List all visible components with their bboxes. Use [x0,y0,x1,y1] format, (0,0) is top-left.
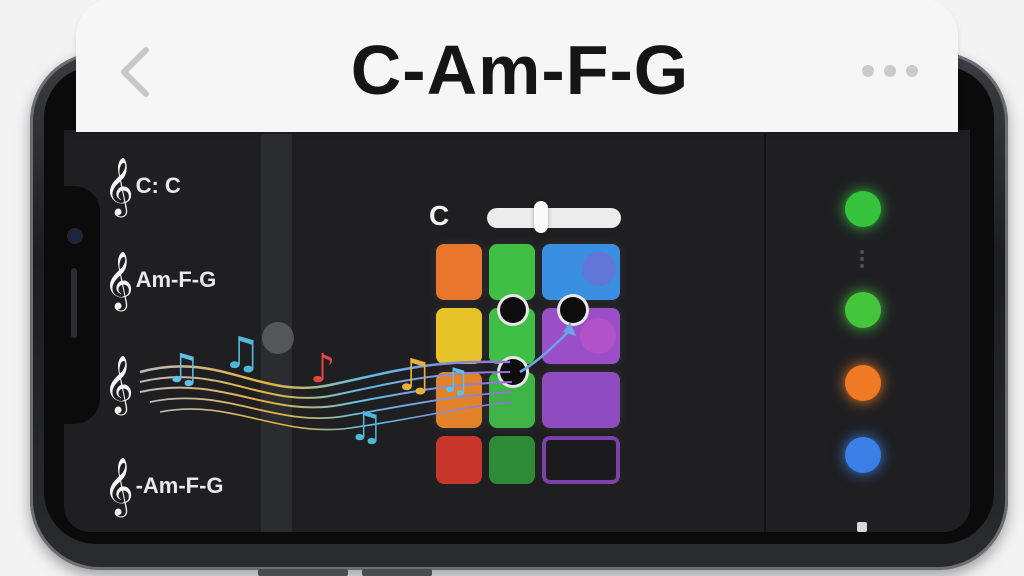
blue-led[interactable] [845,437,881,473]
svg-text:♫: ♫ [165,346,201,392]
green-led-2[interactable] [845,292,881,328]
panel-divider [764,134,766,532]
svg-text:♫: ♫ [440,361,470,401]
home-indicator [857,522,867,532]
green-led[interactable] [845,191,881,227]
svg-text:♫: ♫ [348,404,384,450]
music-notes-icon: ♫ ♫ ♪ ♫ ♫ ♫ [139,322,576,450]
svg-text:♪: ♪ [310,346,336,392]
svg-text:♫: ♫ [222,328,261,379]
orange-led[interactable] [845,365,881,401]
svg-text:♫: ♫ [394,350,433,401]
more-vertical-icon [859,250,865,268]
